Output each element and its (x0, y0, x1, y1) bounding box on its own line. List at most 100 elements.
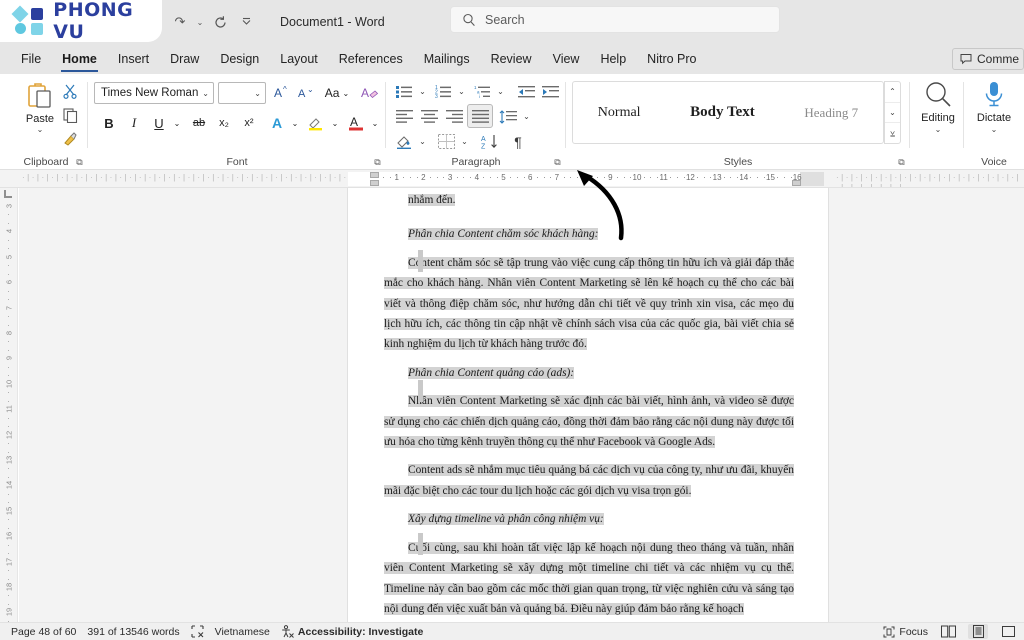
chevron-down-icon[interactable]: ⌄ (202, 89, 209, 98)
italic-label: I (131, 115, 137, 130)
chevron-down-icon[interactable]: ⌄ (520, 106, 533, 127)
tab-insert[interactable]: Insert (109, 48, 158, 71)
chevron-down-icon[interactable]: ⌄ (194, 18, 206, 27)
chevron-down-icon[interactable]: ⌄ (416, 81, 429, 102)
vertical-ruler-minor-tick (8, 392, 9, 394)
document-page[interactable]: nhắm đến. Phân chia Content chăm sóc khá… (348, 188, 828, 622)
show-formatting-marks-button[interactable]: ¶ (506, 131, 530, 152)
line-spacing-button[interactable] (496, 106, 520, 127)
paste-button[interactable]: Paste ⌄ (16, 80, 64, 134)
chevron-down-icon[interactable]: ⌄ (458, 131, 471, 152)
paragraph-dialog-launcher[interactable]: ⧉ (552, 157, 563, 168)
vertical-ruler-minor-tick (8, 451, 9, 453)
language-status[interactable]: Vietnamese (215, 626, 270, 638)
decrease-indent-button[interactable] (514, 81, 538, 102)
tab-layout[interactable]: Layout (271, 48, 327, 71)
align-left-button[interactable] (392, 106, 416, 127)
chevron-down-icon[interactable]: ⌄ (254, 89, 261, 98)
copy-button[interactable] (58, 104, 82, 126)
chevron-down-icon[interactable]: ⌄ (328, 112, 342, 134)
tab-view[interactable]: View (544, 48, 589, 71)
bullets-button[interactable] (392, 81, 416, 102)
sort-button[interactable]: A Z (478, 131, 502, 152)
chevron-down-icon[interactable]: ⌄ (991, 126, 998, 134)
document-text-body[interactable]: nhắm đến. Phân chia Content chăm sóc khá… (384, 190, 794, 622)
search-input[interactable]: Search (450, 6, 780, 33)
cut-button[interactable] (58, 80, 82, 102)
styles-dialog-launcher[interactable]: ⧉ (896, 157, 907, 168)
vertical-ruler-minor-tick (8, 578, 9, 580)
dictate-button[interactable]: Dictate ⌄ (964, 80, 1024, 134)
chevron-down-icon[interactable]: ⌄ (288, 112, 302, 134)
tab-references[interactable]: References (330, 48, 412, 71)
chevron-down-icon[interactable]: ⌄ (935, 126, 942, 134)
style-body-text[interactable]: Body Text (690, 104, 755, 121)
tab-nitro-pro[interactable]: Nitro Pro (638, 48, 705, 71)
focus-button[interactable]: Focus (883, 626, 928, 638)
styles-scroll-up-button[interactable]: ⌃ (885, 82, 900, 103)
bold-button[interactable]: B (98, 112, 120, 134)
font-dialog-launcher[interactable]: ⧉ (372, 157, 383, 168)
borders-button[interactable] (434, 131, 458, 152)
tab-home[interactable]: Home (53, 48, 106, 72)
chevron-down-icon[interactable]: ⌄ (494, 81, 507, 102)
subscript-button[interactable]: x₂ (213, 112, 235, 134)
italic-button[interactable]: I (123, 112, 145, 134)
superscript-button[interactable]: x² (238, 112, 260, 134)
format-painter-button[interactable] (58, 128, 82, 150)
tab-review[interactable]: Review (482, 48, 541, 71)
customize-qat-icon[interactable] (234, 10, 258, 34)
chevron-down-icon[interactable]: ⌄ (368, 112, 382, 134)
redo-icon[interactable]: ↷ (168, 10, 192, 34)
chevron-down-icon[interactable]: ⌄ (170, 112, 184, 134)
read-mode-button[interactable] (938, 624, 958, 639)
highlight-button[interactable] (304, 112, 328, 134)
shading-button[interactable] (392, 131, 416, 152)
tab-mailings[interactable]: Mailings (415, 48, 479, 71)
vertical-ruler-minor-tick (8, 316, 9, 318)
shrink-font-button[interactable]: A ⌄ (294, 82, 318, 104)
justify-button[interactable] (467, 104, 493, 128)
tab-file[interactable]: File (12, 48, 50, 71)
tab-draw[interactable]: Draw (161, 48, 208, 71)
styles-more-button[interactable]: ⩣ (885, 123, 900, 143)
strikethrough-button[interactable]: ab (188, 112, 210, 134)
clipboard-dialog-launcher[interactable]: ⧉ (74, 157, 85, 168)
word-count-status[interactable]: 391 of 13546 words (87, 626, 179, 638)
document-canvas[interactable]: nhắm đến. Phân chia Content chăm sóc khá… (19, 188, 1024, 622)
chevron-down-icon[interactable]: ⌄ (455, 81, 468, 102)
vertical-ruler[interactable]: 3 4 5 6 7 8 9 10 11 12 13 14 15 16 17 18 19 (0, 188, 18, 622)
style-normal[interactable]: Normal (598, 105, 641, 121)
horizontal-ruler[interactable]: ·|·|·|·|·|·|·|·|·|·|·|·|·|·|·|·|·|·|·|·|… (0, 170, 1024, 188)
refresh-icon[interactable] (208, 10, 232, 34)
font-name-combobox[interactable]: Times New Roman ⌄ (94, 82, 214, 104)
accessibility-status[interactable]: Accessibility: Investigate (281, 625, 423, 638)
web-layout-button[interactable] (998, 624, 1018, 639)
change-case-button[interactable]: Aa ⌄ (320, 82, 354, 104)
font-color-button[interactable]: A (344, 112, 368, 134)
chevron-down-icon[interactable]: ⌄ (37, 126, 44, 134)
underline-button[interactable]: U (148, 112, 170, 134)
clear-formatting-button[interactable]: A (358, 82, 382, 104)
tab-design[interactable]: Design (211, 48, 268, 71)
grow-font-button[interactable]: A ^ (270, 82, 294, 104)
proofing-errors-icon[interactable] (191, 625, 204, 638)
multilevel-list-button[interactable]: 1 a i (470, 81, 494, 102)
page-number-status[interactable]: Page 48 of 60 (11, 626, 76, 638)
print-layout-button[interactable] (968, 624, 988, 639)
focus-label: Focus (899, 625, 928, 638)
font-size-combobox[interactable]: ⌄ (218, 82, 266, 104)
chevron-down-icon[interactable]: ⌄ (416, 131, 429, 152)
tab-help[interactable]: Help (591, 48, 635, 71)
styles-scroll-down-button[interactable]: ⌄ (885, 103, 900, 124)
align-right-button[interactable] (442, 106, 466, 127)
editing-button[interactable]: Editing ⌄ (912, 80, 964, 134)
comments-button[interactable]: Comme (952, 48, 1024, 70)
increase-indent-button[interactable] (538, 81, 562, 102)
vertical-ruler-minor-tick (8, 603, 9, 605)
text-effects-button[interactable]: A (266, 112, 288, 134)
ruler-minor-tick (723, 177, 725, 178)
numbering-button[interactable]: 1 2 3 (431, 81, 455, 102)
style-heading-7[interactable]: Heading 7 (804, 105, 858, 121)
align-center-button[interactable] (417, 106, 441, 127)
